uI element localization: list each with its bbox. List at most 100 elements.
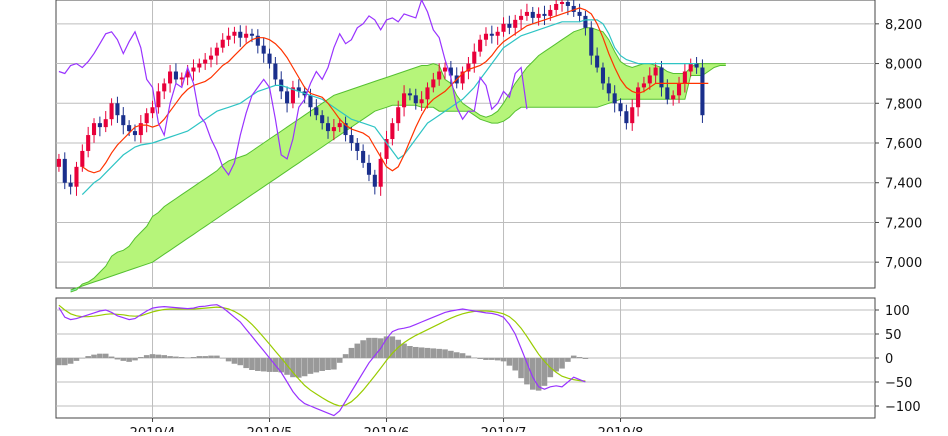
histogram-bar bbox=[85, 356, 91, 358]
candle-body bbox=[513, 19, 518, 28]
histogram-bar bbox=[412, 346, 419, 358]
histogram-bar bbox=[284, 358, 290, 375]
histogram-bar bbox=[518, 358, 524, 379]
candle-body bbox=[226, 35, 231, 40]
candle-body bbox=[378, 158, 383, 187]
histogram-bar bbox=[471, 357, 478, 359]
candle-body bbox=[74, 166, 79, 187]
histogram-bar bbox=[483, 358, 489, 360]
histogram-bar bbox=[301, 358, 308, 377]
candle-body bbox=[390, 123, 395, 140]
histogram-bar bbox=[325, 358, 331, 370]
histogram-bar bbox=[108, 356, 115, 358]
histogram-bar bbox=[243, 358, 249, 369]
price-tick-label-y: 7,200 bbox=[885, 216, 922, 231]
histogram-bar bbox=[202, 356, 208, 358]
candle-body bbox=[589, 27, 594, 56]
candle-body bbox=[548, 9, 553, 16]
candle-body bbox=[249, 33, 255, 36]
candle-body bbox=[150, 107, 155, 114]
candle-body bbox=[595, 55, 600, 68]
candle-body bbox=[320, 115, 325, 124]
candle-body bbox=[203, 59, 208, 64]
candle-body bbox=[261, 45, 266, 54]
price-tick-label-y: 8,000 bbox=[885, 58, 922, 73]
candle-body bbox=[127, 125, 132, 132]
candle-body bbox=[179, 77, 184, 80]
candle-body bbox=[641, 83, 646, 88]
histogram-bar bbox=[219, 358, 226, 359]
histogram-bar bbox=[208, 355, 214, 358]
candle-body bbox=[308, 95, 313, 108]
candle-body bbox=[612, 93, 617, 104]
x-tick-label: 2019/6 bbox=[364, 426, 410, 432]
candle-body bbox=[636, 87, 641, 108]
histogram-bar bbox=[313, 358, 320, 373]
candle-body bbox=[519, 15, 524, 20]
candle-body bbox=[273, 63, 278, 80]
candle-body bbox=[97, 123, 102, 128]
histogram-bar bbox=[143, 355, 150, 358]
candle-body bbox=[524, 11, 529, 16]
histogram-bar bbox=[149, 354, 156, 358]
candle-body bbox=[507, 23, 512, 28]
chart-svg: 8,200 8,000 7,800 7,600 7,400 7,200 7,000 100 5… bbox=[55, 0, 922, 436]
candle-body bbox=[495, 31, 500, 36]
candle-body bbox=[396, 107, 401, 124]
price-tick-label-y: 7,000 bbox=[885, 256, 922, 271]
candle-body bbox=[431, 79, 436, 88]
candle-body bbox=[197, 63, 202, 68]
histogram-bar bbox=[430, 348, 437, 358]
histogram-bar bbox=[494, 358, 501, 361]
candle-body bbox=[349, 135, 354, 144]
candle-body bbox=[606, 83, 611, 94]
candle-body bbox=[472, 51, 477, 64]
osc-tick-label-y: 100 bbox=[885, 304, 910, 319]
histogram-bar bbox=[331, 358, 337, 370]
histogram-bar bbox=[366, 337, 372, 358]
candle-body bbox=[536, 13, 541, 18]
candle-body bbox=[62, 158, 67, 183]
histogram-bar bbox=[360, 340, 366, 358]
candle-body bbox=[337, 123, 342, 128]
histogram-bar bbox=[155, 354, 162, 358]
histogram-bar bbox=[506, 358, 513, 366]
histogram-bar bbox=[260, 358, 267, 372]
histogram-bar bbox=[342, 354, 349, 358]
histogram-bar bbox=[442, 349, 448, 358]
candle-body bbox=[700, 67, 705, 116]
histogram-bar bbox=[79, 358, 86, 359]
candle-body bbox=[168, 71, 173, 84]
candle-body bbox=[565, 1, 570, 6]
price-tick-label-y: 7,600 bbox=[885, 137, 922, 152]
candle-body bbox=[659, 67, 664, 88]
candle-body bbox=[68, 182, 73, 187]
price-tick-label-y: 8,200 bbox=[885, 18, 922, 33]
candle-body bbox=[402, 93, 407, 108]
candle-body bbox=[501, 23, 506, 32]
histogram-bar bbox=[307, 358, 314, 374]
candle-body bbox=[285, 91, 290, 104]
candle-body bbox=[331, 127, 336, 132]
candle-body bbox=[173, 71, 178, 80]
histogram-bar bbox=[582, 358, 589, 359]
candle-body bbox=[407, 93, 412, 96]
candle-body bbox=[653, 67, 658, 76]
candle-body bbox=[542, 13, 547, 16]
histogram-bar bbox=[196, 356, 203, 358]
candle-body bbox=[355, 143, 360, 151]
histogram-bar bbox=[570, 355, 577, 358]
histogram-bar bbox=[576, 357, 583, 358]
histogram-bar bbox=[336, 358, 343, 363]
histogram-bar bbox=[102, 353, 109, 358]
price-panel: 8,200 8,000 7,800 7,600 7,400 7,200 7,000 bbox=[55, 0, 922, 293]
candle-body bbox=[583, 15, 588, 28]
candle-body bbox=[325, 123, 331, 132]
candle-body bbox=[554, 3, 559, 10]
histogram-bar bbox=[91, 354, 97, 358]
osc-tick-label-y: 50 bbox=[885, 328, 902, 343]
osc-tick-label-y: −100 bbox=[885, 400, 921, 415]
candle-body bbox=[437, 71, 442, 80]
histogram-bar bbox=[73, 358, 80, 361]
histogram-bar bbox=[465, 355, 472, 358]
